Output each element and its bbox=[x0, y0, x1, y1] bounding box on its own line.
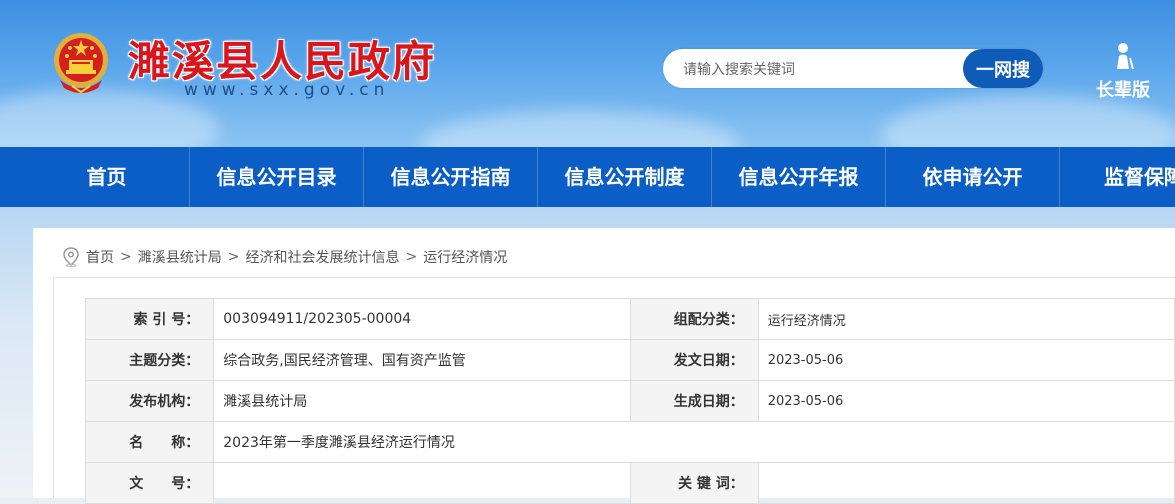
table-row: 主题分类： 综合政务,国民经济管理、国有资产监管 发文日期： 2023-05-0… bbox=[84, 339, 1175, 381]
nav-item-supervision[interactable]: 监督保障 bbox=[1060, 147, 1175, 207]
nav-item-apply[interactable]: 依申请公开 bbox=[886, 147, 1060, 207]
location-pin-icon bbox=[63, 247, 79, 267]
nav-item-home[interactable]: 首页 bbox=[24, 147, 190, 207]
breadcrumb-separator: > bbox=[227, 249, 240, 265]
search-bar: 一网搜 bbox=[663, 49, 1043, 90]
table-row: 名 称： 2023年第一季度濉溪县经济运行情况 bbox=[84, 421, 1175, 463]
elderly-person-icon bbox=[1117, 43, 1134, 70]
main-nav: 首页 信息公开目录 信息公开指南 信息公开制度 信息公开年报 依申请公开 监督保… bbox=[0, 147, 1175, 207]
category-label: 组配分类： bbox=[629, 298, 759, 340]
issue-date-value: 2023-05-06 bbox=[757, 339, 1175, 381]
doc-no-label: 文 号： bbox=[84, 462, 215, 504]
nav-item-system[interactable]: 信息公开制度 bbox=[538, 147, 712, 207]
table-row: 索 引 号： 003094911/202305-00004 组配分类： 运行经济… bbox=[84, 298, 1175, 340]
breadcrumb-current[interactable]: 运行经济情况 bbox=[423, 247, 507, 267]
elder-mode-link[interactable]: 长辈版 bbox=[1093, 42, 1153, 102]
table-row: 发布机构： 濉溪县统计局 生成日期： 2023-05-06 bbox=[84, 380, 1175, 422]
search-input[interactable] bbox=[681, 49, 955, 90]
nav-item-annual-report[interactable]: 信息公开年报 bbox=[712, 147, 886, 207]
name-label: 名 称： bbox=[84, 421, 215, 463]
keywords-value bbox=[757, 462, 1175, 504]
breadcrumb-home[interactable]: 首页 bbox=[86, 247, 114, 267]
publisher-label: 发布机构： bbox=[84, 380, 215, 422]
elder-mode-label: 长辈版 bbox=[1096, 80, 1150, 101]
nav-item-catalog[interactable]: 信息公开目录 bbox=[190, 147, 364, 207]
issue-date-label: 发文日期： bbox=[629, 339, 759, 381]
national-emblem-icon bbox=[54, 33, 108, 94]
breadcrumb-separator: > bbox=[120, 249, 132, 265]
index-no-label: 索 引 号： bbox=[84, 298, 215, 340]
breadcrumb: 首页 > 濉溪县统计局 > 经济和社会发展统计信息 > 运行经济情况 bbox=[62, 246, 507, 268]
breadcrumb-statistics-bureau[interactable]: 濉溪县统计局 bbox=[138, 247, 222, 267]
table-row: 文 号： 关 键 词： bbox=[84, 462, 1175, 504]
nav-item-guide[interactable]: 信息公开指南 bbox=[364, 147, 538, 207]
create-date-label: 生成日期： bbox=[629, 380, 759, 422]
topic-value: 综合政务,国民经济管理、国有资产监管 bbox=[213, 339, 631, 381]
index-no-value: 003094911/202305-00004 bbox=[213, 298, 631, 340]
site-header: 濉溪县人民政府 www.sxx.gov.cn 一网搜 长辈版 bbox=[0, 0, 1175, 147]
name-value: 2023年第一季度濉溪县经济运行情况 bbox=[213, 421, 1175, 463]
search-button[interactable]: 一网搜 bbox=[963, 49, 1043, 88]
breadcrumb-stat-info[interactable]: 经济和社会发展统计信息 bbox=[245, 247, 399, 267]
topic-label: 主题分类： bbox=[84, 339, 215, 381]
category-value: 运行经济情况 bbox=[757, 298, 1175, 340]
publisher-value: 濉溪县统计局 bbox=[213, 380, 631, 422]
doc-no-value bbox=[213, 462, 631, 504]
document-metadata-table: 索 引 号： 003094911/202305-00004 组配分类： 运行经济… bbox=[84, 298, 1175, 504]
keywords-label: 关 键 词： bbox=[629, 462, 759, 504]
breadcrumb-separator: > bbox=[405, 249, 418, 265]
site-url: www.sxx.gov.cn bbox=[184, 80, 390, 100]
create-date-value: 2023-05-06 bbox=[757, 380, 1175, 422]
